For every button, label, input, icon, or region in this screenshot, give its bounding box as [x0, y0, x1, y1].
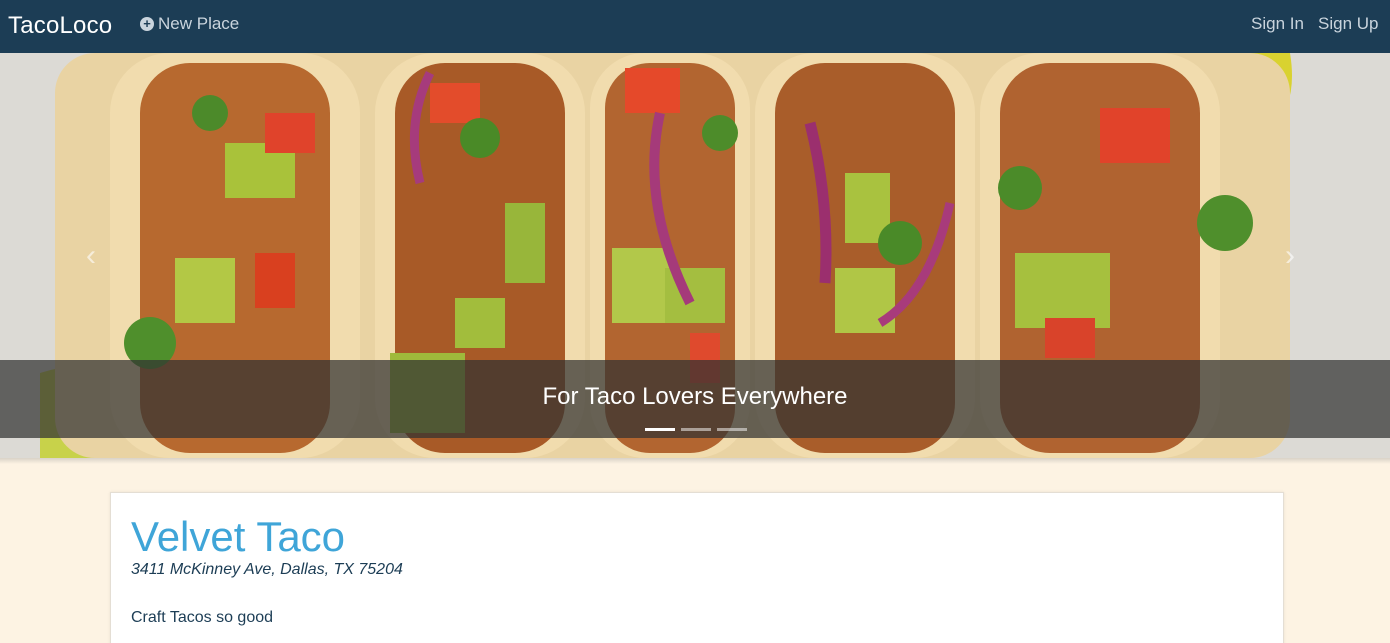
place-address: 3411 McKinney Ave, Dallas, TX 75204 [131, 561, 403, 578]
place-description: Craft Tacos so good [131, 609, 274, 626]
carousel-shadow [0, 458, 1390, 464]
carousel-caption: For Taco Lovers Everywhere [542, 383, 848, 410]
plus-circle-icon: + [140, 17, 154, 31]
place-name-link[interactable]: Velvet Taco [131, 513, 345, 561]
top-navbar: TacoLoco + New Place Sign In Sign Up [0, 0, 1390, 53]
carousel-indicator-2[interactable] [681, 428, 711, 431]
new-place-label: New Place [158, 14, 240, 33]
new-place-link[interactable]: + New Place [140, 14, 239, 34]
place-card: Velvet Taco 3411 McKinney Ave, Dallas, T… [110, 492, 1284, 643]
carousel-indicator-3[interactable] [717, 428, 747, 431]
carousel-indicator-1[interactable] [645, 428, 675, 431]
sign-up-link[interactable]: Sign Up [1318, 14, 1378, 34]
hero-carousel: For Taco Lovers Everywhere ‹ › [0, 53, 1390, 458]
chevron-right-icon[interactable]: › [1285, 239, 1295, 273]
brand-logo-link[interactable]: TacoLoco [8, 12, 112, 40]
carousel-indicators [645, 428, 753, 431]
chevron-left-icon[interactable]: ‹ [86, 239, 96, 273]
sign-in-link[interactable]: Sign In [1251, 14, 1304, 34]
